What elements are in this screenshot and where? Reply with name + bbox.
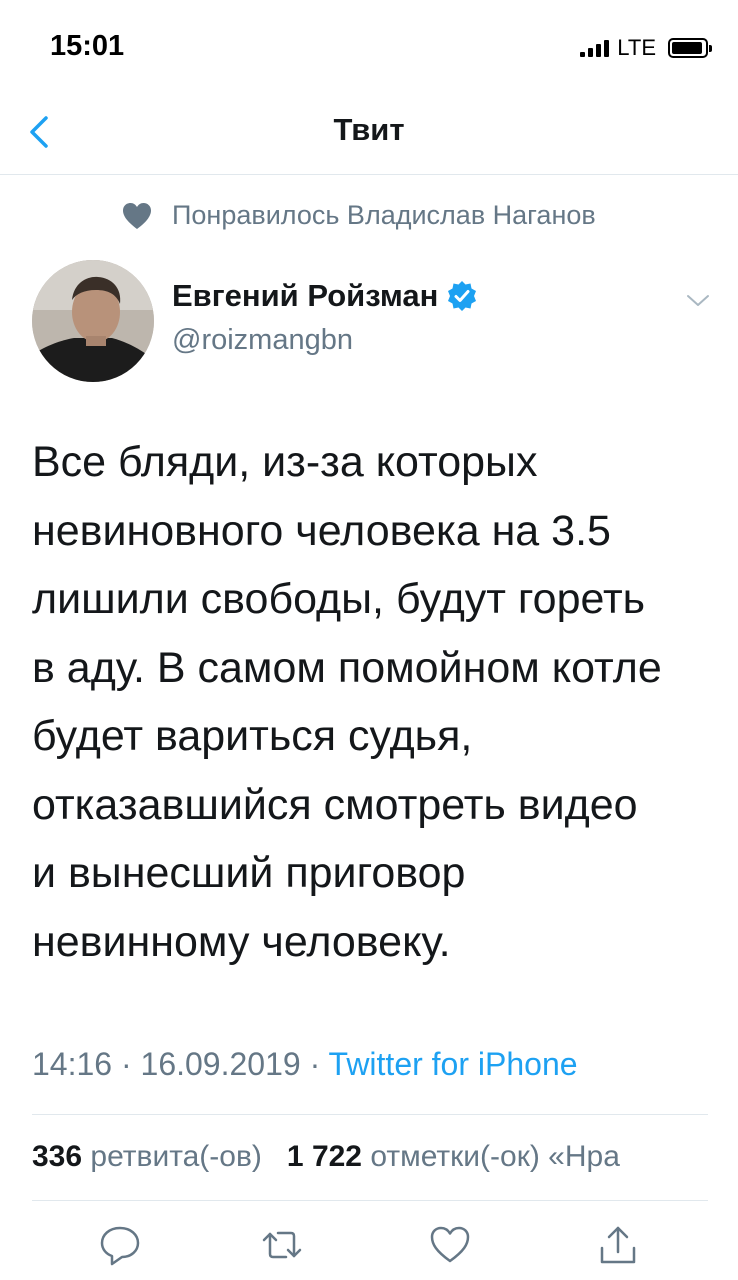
likes-label: отметки(-ок) «Нра — [370, 1140, 620, 1173]
divider — [32, 1114, 708, 1115]
avatar[interactable] — [32, 260, 154, 382]
status-indicators: LTE — [580, 35, 712, 61]
heart-icon — [123, 202, 151, 229]
chevron-down-icon — [687, 295, 709, 306]
status-time: 15:01 — [50, 30, 125, 62]
battery-fill — [672, 42, 702, 54]
retweets-stat[interactable]: 336 ретвита(-ов) — [32, 1140, 262, 1173]
battery-icon — [668, 38, 712, 58]
signal-icon — [580, 39, 610, 57]
tweet-stats: 336 ретвита(-ов) 1 722 отметки(-ок) «Нра — [32, 1140, 738, 1174]
meta-separator: · — [309, 1046, 321, 1082]
status-bar: 15:01 LTE — [0, 0, 738, 90]
meta-separator: · — [120, 1046, 132, 1082]
nav-bar: Твит — [0, 90, 738, 175]
reply-button[interactable] — [98, 1224, 142, 1266]
tweet-date: 16.09.2019 — [140, 1046, 301, 1082]
retweets-count: 336 — [32, 1140, 83, 1173]
page-title: Твит — [333, 112, 405, 147]
social-context[interactable]: Понравилось Владислав Наганов — [122, 200, 596, 231]
retweets-label: ретвита(-ов) — [90, 1140, 262, 1173]
likes-stat[interactable]: 1 722 отметки(-ок) «Нра — [287, 1140, 620, 1173]
share-icon — [600, 1226, 636, 1264]
share-button[interactable] — [596, 1224, 640, 1266]
tweet-meta: 14:16 · 16.09.2019 · Twitter for iPhone — [32, 1046, 578, 1083]
tweet-time: 14:16 — [32, 1046, 113, 1082]
heart-outline-icon — [430, 1226, 470, 1263]
author-handle[interactable]: @roizmangbn — [172, 324, 353, 357]
tweet-source-link[interactable]: Twitter for iPhone — [329, 1046, 578, 1082]
retweet-button[interactable] — [260, 1224, 304, 1266]
like-button[interactable] — [428, 1224, 472, 1266]
author-name[interactable]: Евгений Ройзман — [172, 278, 478, 314]
author-name-text: Евгений Ройзман — [172, 278, 439, 313]
divider — [32, 1200, 708, 1201]
liked-by-text: Понравилось Владислав Наганов — [172, 200, 596, 230]
tweet-text: Все бляди, из-за которых невиновного чел… — [32, 438, 662, 966]
verified-badge-icon — [448, 281, 477, 311]
likes-count: 1 722 — [286, 1140, 362, 1173]
more-options-button[interactable] — [685, 290, 711, 310]
network-label: LTE — [617, 35, 656, 60]
reply-icon — [100, 1226, 140, 1266]
avatar-photo — [32, 260, 154, 382]
retweet-icon — [262, 1231, 302, 1259]
